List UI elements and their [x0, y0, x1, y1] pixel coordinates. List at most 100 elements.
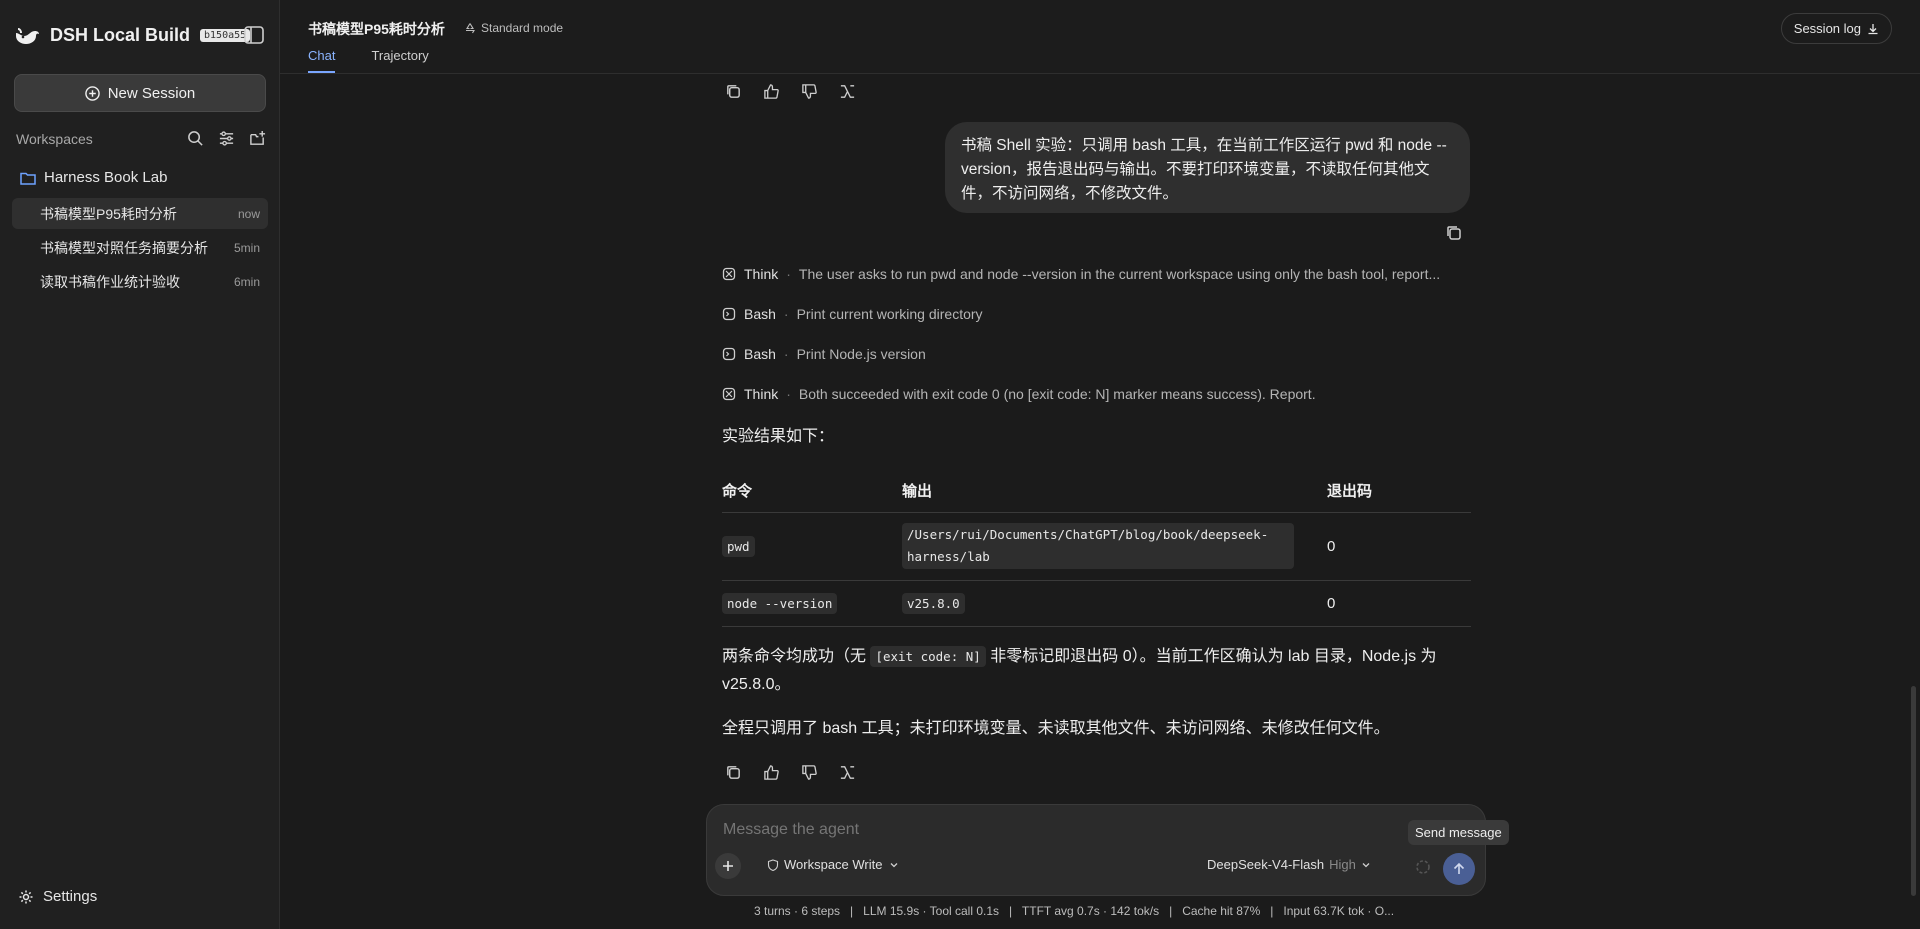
main-panel: 书稿模型P95耗时分析 Standard mode Chat Trajector… [280, 0, 1920, 929]
brand: DSH Local Build b150a55 [14, 24, 251, 46]
terminal-icon [722, 347, 736, 361]
effort-level: High [1329, 857, 1356, 872]
trajectory-step[interactable]: Bash · Print Node.js version [722, 346, 926, 362]
thumbs-up-icon[interactable] [760, 80, 782, 102]
shield-edit-icon [767, 858, 779, 871]
filter-sliders-icon[interactable] [218, 130, 235, 147]
message-actions [722, 761, 858, 783]
sidebar: DSH Local Build b150a55 New Session Work… [0, 0, 280, 929]
table-row: node --version v25.8.0 0 [722, 580, 1471, 627]
table-header: 退出码 [1327, 470, 1471, 513]
output-code: /Users/rui/Documents/ChatGPT/blog/book/d… [902, 523, 1294, 569]
workspace-name: Harness Book Lab [44, 169, 168, 186]
table-header: 输出 [902, 470, 1327, 513]
session-item[interactable]: 读取书稿作业统计验收 6min [12, 266, 268, 297]
exit-code: 0 [1327, 580, 1471, 627]
summary-paragraph: 两条命令均成功（无 [exit code: N] 非零标记即退出码 0）。当前工… [722, 643, 1492, 699]
search-icon[interactable] [187, 130, 204, 147]
mode-indicator: Standard mode [464, 21, 563, 35]
scrollbar[interactable] [1911, 686, 1916, 896]
closing-paragraph: 全程只调用了 bash 工具；未打印环境变量、未读取其他文件、未访问网络、未修改… [722, 720, 1390, 737]
separator: · [786, 266, 791, 282]
composer: Workspace Write DeepSeek-V4-Flash High [706, 804, 1486, 896]
stats-bar: 3 turns · 6 steps | LLM 15.9s · Tool cal… [754, 904, 1395, 918]
step-description: The user asks to run pwd and node --vers… [798, 266, 1441, 282]
step-description: Print current working directory [796, 306, 983, 322]
mode-label: Standard mode [481, 21, 564, 35]
session-time: 5min [233, 240, 260, 255]
permission-label: Workspace Write [784, 857, 883, 872]
exit-code: 0 [1327, 512, 1471, 581]
thumbs-up-icon[interactable] [760, 761, 782, 783]
summary-text: 两条命令均成功（无 [722, 648, 871, 665]
copy-icon[interactable] [722, 80, 744, 102]
output-code: v25.8.0 [902, 592, 965, 614]
workspace-item[interactable]: Harness Book Lab [20, 169, 167, 186]
copy-icon[interactable] [722, 761, 744, 783]
branch-icon[interactable] [836, 761, 858, 783]
attach-button[interactable] [715, 853, 741, 879]
gear-icon [19, 890, 33, 903]
step-description: Print Node.js version [796, 346, 926, 362]
context-usage-ring-icon [1416, 860, 1430, 874]
top-bar: 书稿模型P95耗时分析 Standard mode Chat Trajector… [280, 0, 1920, 74]
tab-trajectory[interactable]: Trajectory [371, 48, 428, 73]
permission-selector[interactable]: Workspace Write [767, 857, 900, 872]
download-icon [1868, 23, 1878, 34]
results-intro: 实验结果如下： [722, 428, 835, 445]
inline-code: [exit code: N] [870, 646, 986, 667]
step-kind: Think [744, 266, 779, 282]
new-folder-icon[interactable] [249, 130, 266, 147]
model-selector[interactable]: DeepSeek-V4-Flash High [1207, 857, 1371, 872]
copy-icon[interactable] [1445, 224, 1463, 242]
trajectory-step[interactable]: Bash · Print current working directory [722, 306, 983, 322]
folder-icon [20, 172, 36, 185]
session-title: 书稿模型对照任务摘要分析 [40, 239, 208, 256]
trajectory-step[interactable]: Think · Both succeeded with exit code 0 … [722, 386, 1316, 402]
arrow-up-icon [1453, 862, 1465, 874]
command-code: pwd [722, 535, 755, 557]
thumbs-down-icon[interactable] [798, 761, 820, 783]
results-table: 命令 输出 退出码 pwd /Users/rui/Documents/ChatG… [722, 470, 1471, 627]
page-title: 书稿模型P95耗时分析 [308, 21, 445, 37]
table-row: pwd /Users/rui/Documents/ChatGPT/blog/bo… [722, 512, 1471, 581]
send-tooltip: Send message [1408, 820, 1509, 845]
message-input[interactable] [723, 821, 1243, 839]
terminal-icon [722, 307, 736, 321]
tab-chat[interactable]: Chat [308, 48, 336, 73]
plus-icon [723, 861, 733, 871]
separator: · [786, 386, 791, 402]
recycle-icon [466, 23, 475, 34]
session-time: now [237, 206, 260, 221]
session-title: 书稿模型P95耗时分析 [40, 205, 177, 222]
trajectory-step[interactable]: Think · The user asks to run pwd and nod… [722, 266, 1440, 282]
brain-icon [722, 387, 736, 401]
session-log-label: Session log [1793, 21, 1861, 36]
thumbs-down-icon[interactable] [798, 80, 820, 102]
model-name: DeepSeek-V4-Flash [1207, 857, 1325, 872]
step-kind: Bash [744, 306, 776, 322]
settings-label: Settings [43, 888, 98, 905]
session-item[interactable]: 书稿模型对照任务摘要分析 5min [12, 232, 268, 263]
message-actions [722, 80, 858, 102]
chevron-down-icon [1362, 862, 1370, 867]
session-item[interactable]: 书稿模型P95耗时分析 now [12, 198, 268, 229]
sidebar-toggle-icon[interactable] [244, 26, 264, 44]
step-kind: Bash [744, 346, 776, 362]
branch-icon[interactable] [836, 80, 858, 102]
workspaces-label: Workspaces [16, 130, 93, 147]
app-title: DSH Local Build [50, 24, 191, 45]
workspaces-header: Workspaces [16, 130, 266, 147]
separator: · [783, 306, 789, 322]
new-session-label: New Session [107, 84, 196, 102]
command-code: node --version [722, 592, 838, 614]
brain-icon [722, 267, 736, 281]
new-session-button[interactable]: New Session [14, 74, 266, 112]
user-message-bubble: 书稿 Shell 实验：只调用 bash 工具，在当前工作区运行 pwd 和 n… [945, 122, 1470, 213]
whale-logo-icon [16, 28, 39, 44]
settings-button[interactable]: Settings [18, 888, 97, 905]
session-title: 读取书稿作业统计验收 [40, 273, 180, 290]
chevron-down-icon [890, 862, 897, 867]
send-button[interactable] [1443, 853, 1475, 885]
session-log-button[interactable]: Session log [1780, 13, 1892, 44]
